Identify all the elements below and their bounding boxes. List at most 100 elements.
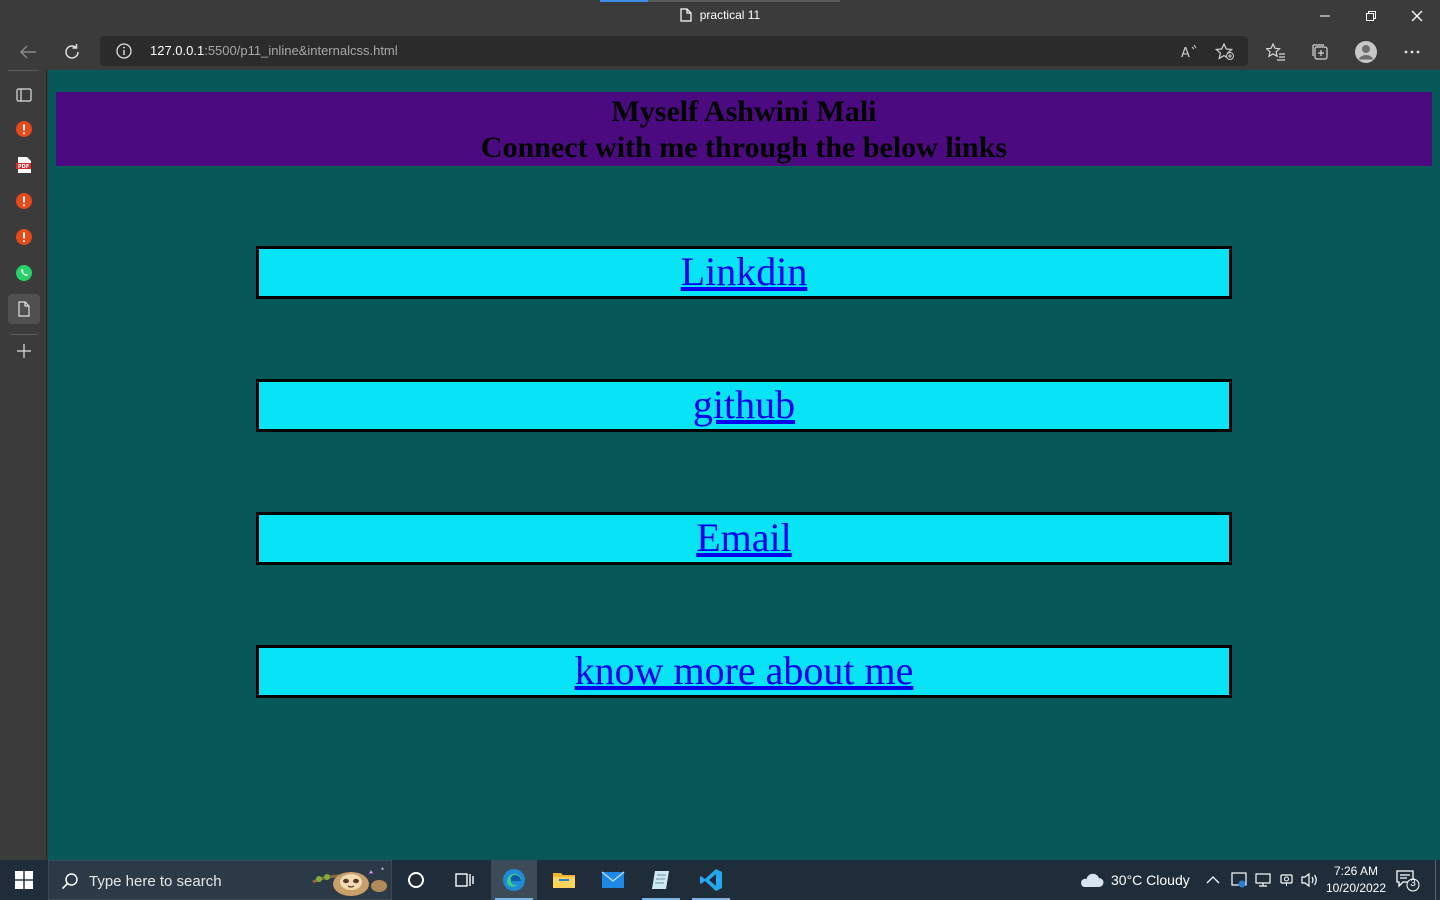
close-icon [1411,10,1423,22]
svg-text:A: A [1181,46,1190,60]
pdf-favicon-icon: PDF [16,157,31,173]
webcam-icon [1280,874,1293,886]
sidebar-tab-4[interactable] [8,222,40,252]
profile-avatar[interactable] [1352,38,1380,66]
taskbar-file-explorer[interactable] [541,860,587,900]
show-desktop-button[interactable] [1435,860,1436,900]
back-arrow-icon [20,45,36,59]
link-box-github: github [256,379,1232,432]
vscode-icon [700,869,722,891]
site-info-icon[interactable] [116,43,132,64]
page-header: Myself Ashwini Mali Connect with me thro… [56,92,1432,166]
title-bar: practical 11 [0,0,1440,34]
sidebar-tab-3[interactable] [8,186,40,216]
system-clock[interactable]: 7:26 AM 10/20/2022 [1322,863,1390,897]
close-window-button[interactable] [1394,0,1440,32]
profile-icon [1355,41,1377,63]
collections-icon[interactable] [1306,38,1334,66]
page-viewport: Myself Ashwini Mali Connect with me thro… [48,70,1440,860]
tab-actions-icon [16,88,32,102]
whatsapp-favicon-icon [16,265,32,281]
shield-icon [1231,872,1247,888]
taskbar: Type here to search 30°C Cloudy 7:26 AM … [0,860,1440,900]
notification-count: 3 [1410,878,1416,889]
search-icon [61,872,79,895]
url-text[interactable]: 127.0.0.1:5500/p11_inline&internalcss.ht… [150,43,398,58]
cortana-icon [408,872,424,888]
github-link[interactable]: github [693,382,795,427]
chevron-up-icon [1206,876,1220,884]
refresh-icon [65,44,79,59]
svg-text:PDF: PDF [18,164,29,170]
taskbar-notepad[interactable] [638,860,684,900]
show-hidden-icons-button[interactable] [1206,860,1220,900]
cloud-icon [1081,873,1104,887]
search-highlight-illustration [311,862,389,898]
taskbar-vscode[interactable] [688,860,734,900]
tab-title: practical 11 [699,8,761,22]
task-view-icon [455,873,474,887]
network-icon [1255,873,1271,887]
cortana-button[interactable] [393,860,439,900]
clock-date: 10/20/2022 [1325,881,1387,895]
restore-button[interactable] [1348,0,1394,32]
url-path: :5500/p11_inline&internalcss.html [204,43,398,58]
windows-logo-icon [15,871,33,889]
back-button[interactable] [14,38,42,66]
sidebar-tab-active[interactable] [8,294,40,324]
tray-security-icon[interactable] [1230,860,1248,900]
address-bar[interactable]: 127.0.0.1:5500/p11_inline&internalcss.ht… [100,36,1248,66]
tab-actions-button[interactable] [8,80,40,110]
more-dots-icon [1404,50,1420,54]
notification-center-button[interactable]: 3 [1394,868,1424,894]
mail-icon [601,871,625,888]
link-box-email: Email [256,512,1232,565]
task-view-button[interactable] [441,860,487,900]
tray-network-icon[interactable] [1254,860,1272,900]
linkedin-link[interactable]: Linkdin [681,249,808,294]
minimize-icon [1320,15,1330,17]
start-button[interactable] [0,860,48,900]
search-placeholder: Type here to search [89,873,222,890]
taskbar-mail[interactable] [590,860,636,900]
link-box-linkedin: Linkdin [256,246,1232,299]
refresh-button[interactable] [58,38,86,66]
sidebar-tab-1[interactable] [8,114,40,144]
email-link[interactable]: Email [696,515,792,560]
window-title: practical 11 [0,8,1440,22]
new-tab-button[interactable] [8,336,40,366]
alert-favicon-icon [16,121,32,137]
settings-more-button[interactable] [1398,38,1426,66]
restore-icon [1366,11,1376,21]
link-box-about: know more about me [256,645,1232,698]
folder-icon [553,873,575,888]
taskbar-edge[interactable] [491,860,537,900]
notepad-icon [652,871,669,889]
minimize-button[interactable] [1302,0,1348,32]
add-favorite-icon[interactable] [1214,41,1236,63]
page-title: Myself Ashwini Mali [611,95,877,128]
clock-time: 7:26 AM [1333,864,1379,878]
tray-meet-icon[interactable] [1278,860,1296,900]
weather-text: 30°C Cloudy [1111,872,1190,888]
sidebar-tab-2[interactable]: PDF [8,150,40,180]
edge-icon [503,869,525,891]
page-subtitle: Connect with me through the below links [480,131,1008,164]
alert-favicon-icon [16,193,32,209]
document-icon [18,301,30,317]
url-host: 127.0.0.1 [150,43,205,58]
vertical-tabs-sidebar: PDF [0,70,47,860]
plus-icon [17,344,31,358]
speaker-icon [1301,872,1317,888]
navigation-bar: 127.0.0.1:5500/p11_inline&internalcss.ht… [0,34,1440,70]
tab-strip-indicator [600,0,840,2]
tray-volume-icon[interactable] [1300,860,1320,900]
favorites-icon[interactable] [1262,38,1290,66]
taskbar-search[interactable]: Type here to search [48,860,392,900]
about-me-link[interactable]: know more about me [575,648,914,693]
weather-widget[interactable]: 30°C Cloudy [1078,860,1190,900]
read-aloud-icon[interactable]: A [1178,41,1200,63]
sidebar-tab-5[interactable] [8,258,40,288]
alert-favicon-icon [16,229,32,245]
document-icon [680,8,692,22]
